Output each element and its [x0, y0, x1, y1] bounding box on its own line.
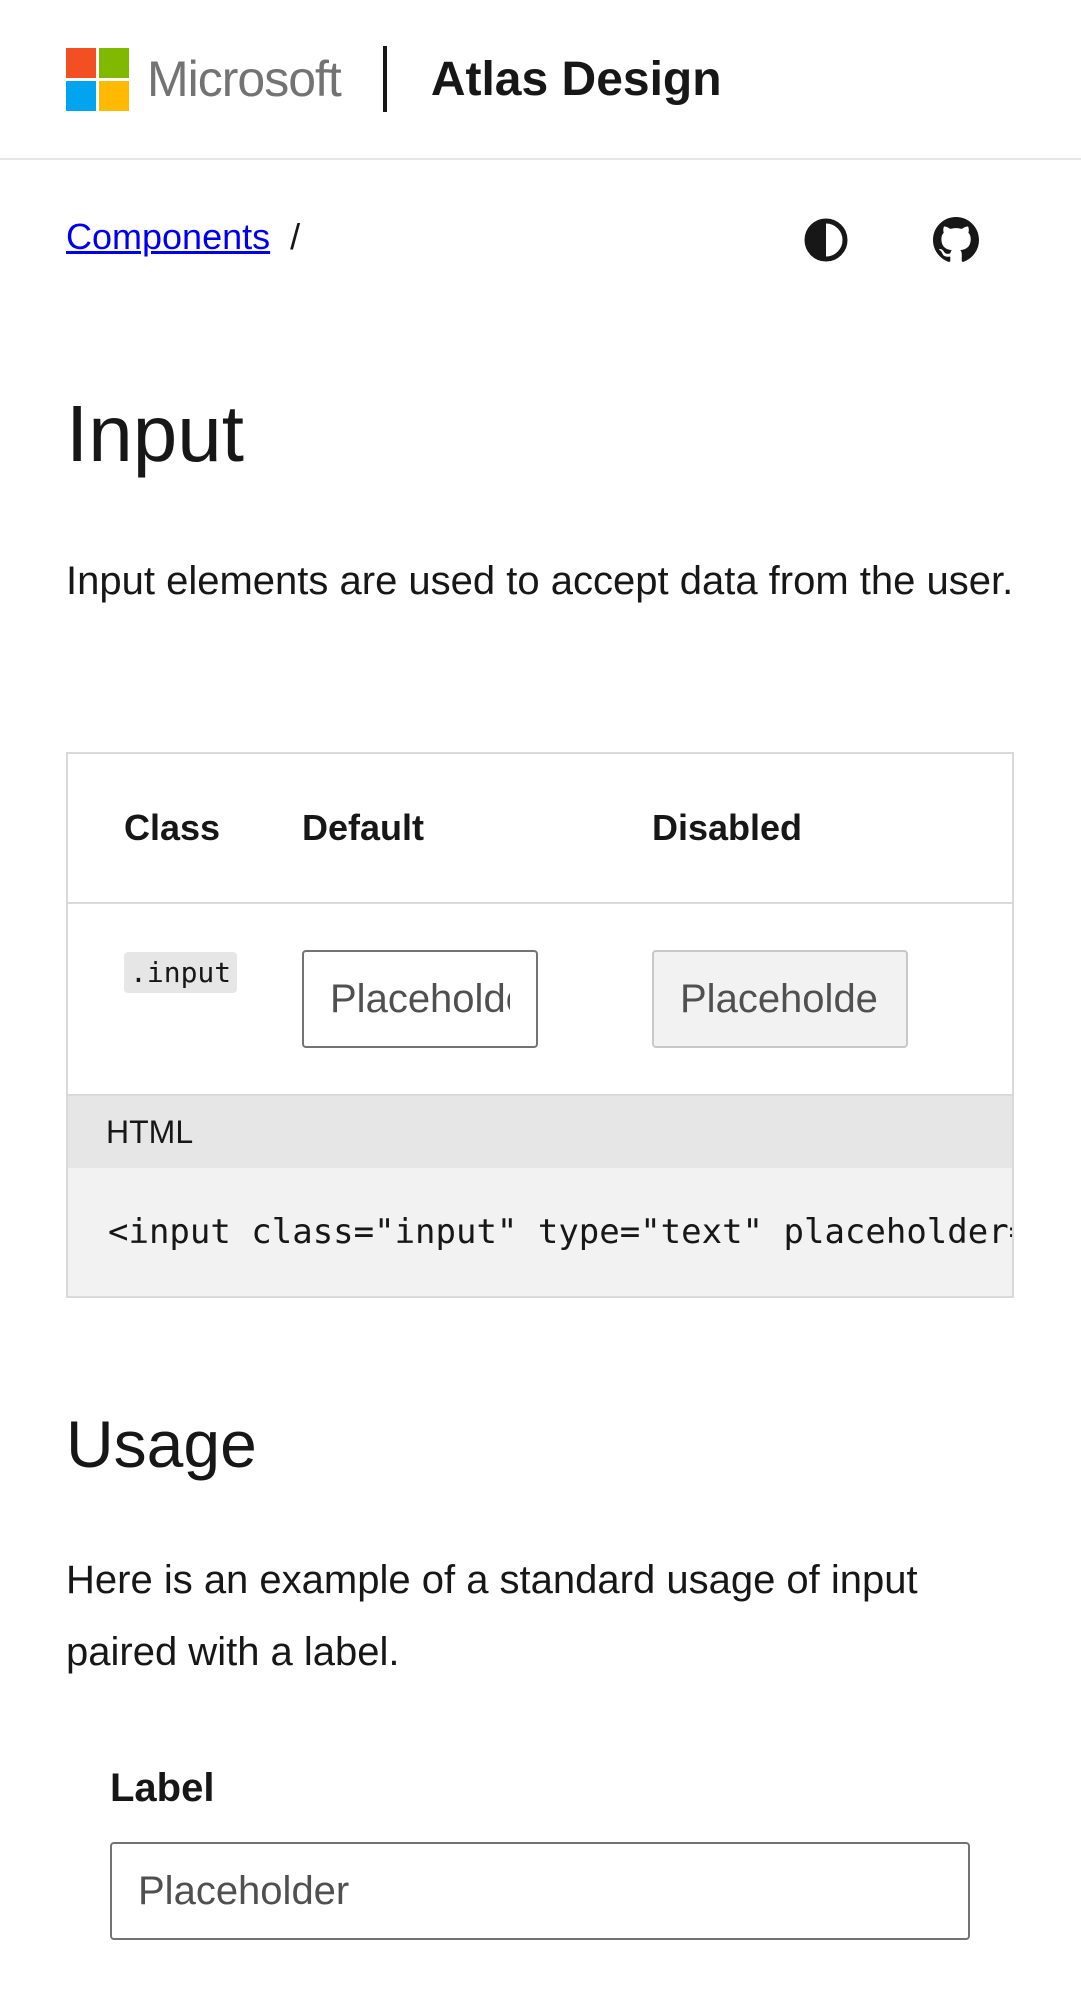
breadcrumb-separator: / [290, 216, 301, 257]
github-icon [933, 217, 979, 262]
theme-toggle-button[interactable] [800, 214, 852, 266]
code-snippet[interactable]: <input class="input" type="text" placeho… [68, 1168, 1012, 1296]
usage-description: Here is an example of a standard usage o… [66, 1558, 918, 1674]
input-example-table: Class Default Disabled .input HTML <inpu… [66, 752, 1014, 1298]
page-intro: Input elements are used to accept data f… [66, 559, 1014, 603]
class-name-code: .input [124, 952, 238, 993]
usage-heading: Usage [66, 1407, 257, 1481]
usage-input[interactable] [110, 1842, 970, 1940]
default-input[interactable] [302, 950, 538, 1048]
site-title[interactable]: Atlas Design [431, 52, 722, 107]
github-link-button[interactable] [930, 214, 982, 266]
code-language-label: HTML [68, 1094, 1012, 1168]
page-title: Input [66, 389, 244, 478]
contrast-icon [804, 218, 848, 262]
site-header: Microsoft Atlas Design [0, 0, 1081, 160]
microsoft-logo-icon[interactable] [66, 47, 129, 111]
header-disabled: Disabled [651, 754, 1012, 904]
breadcrumb-link-components[interactable]: Components [66, 216, 270, 257]
breadcrumb: Components / [66, 216, 300, 258]
disabled-input [652, 950, 908, 1048]
breadcrumb-bar: Components / [0, 160, 1081, 300]
table-row: .input [68, 903, 1012, 1094]
microsoft-wordmark[interactable]: Microsoft [147, 50, 342, 108]
usage-field-label: Label [110, 1766, 215, 1810]
header-divider [382, 46, 387, 112]
header-default: Default [301, 754, 651, 904]
header-class: Class [68, 754, 301, 904]
